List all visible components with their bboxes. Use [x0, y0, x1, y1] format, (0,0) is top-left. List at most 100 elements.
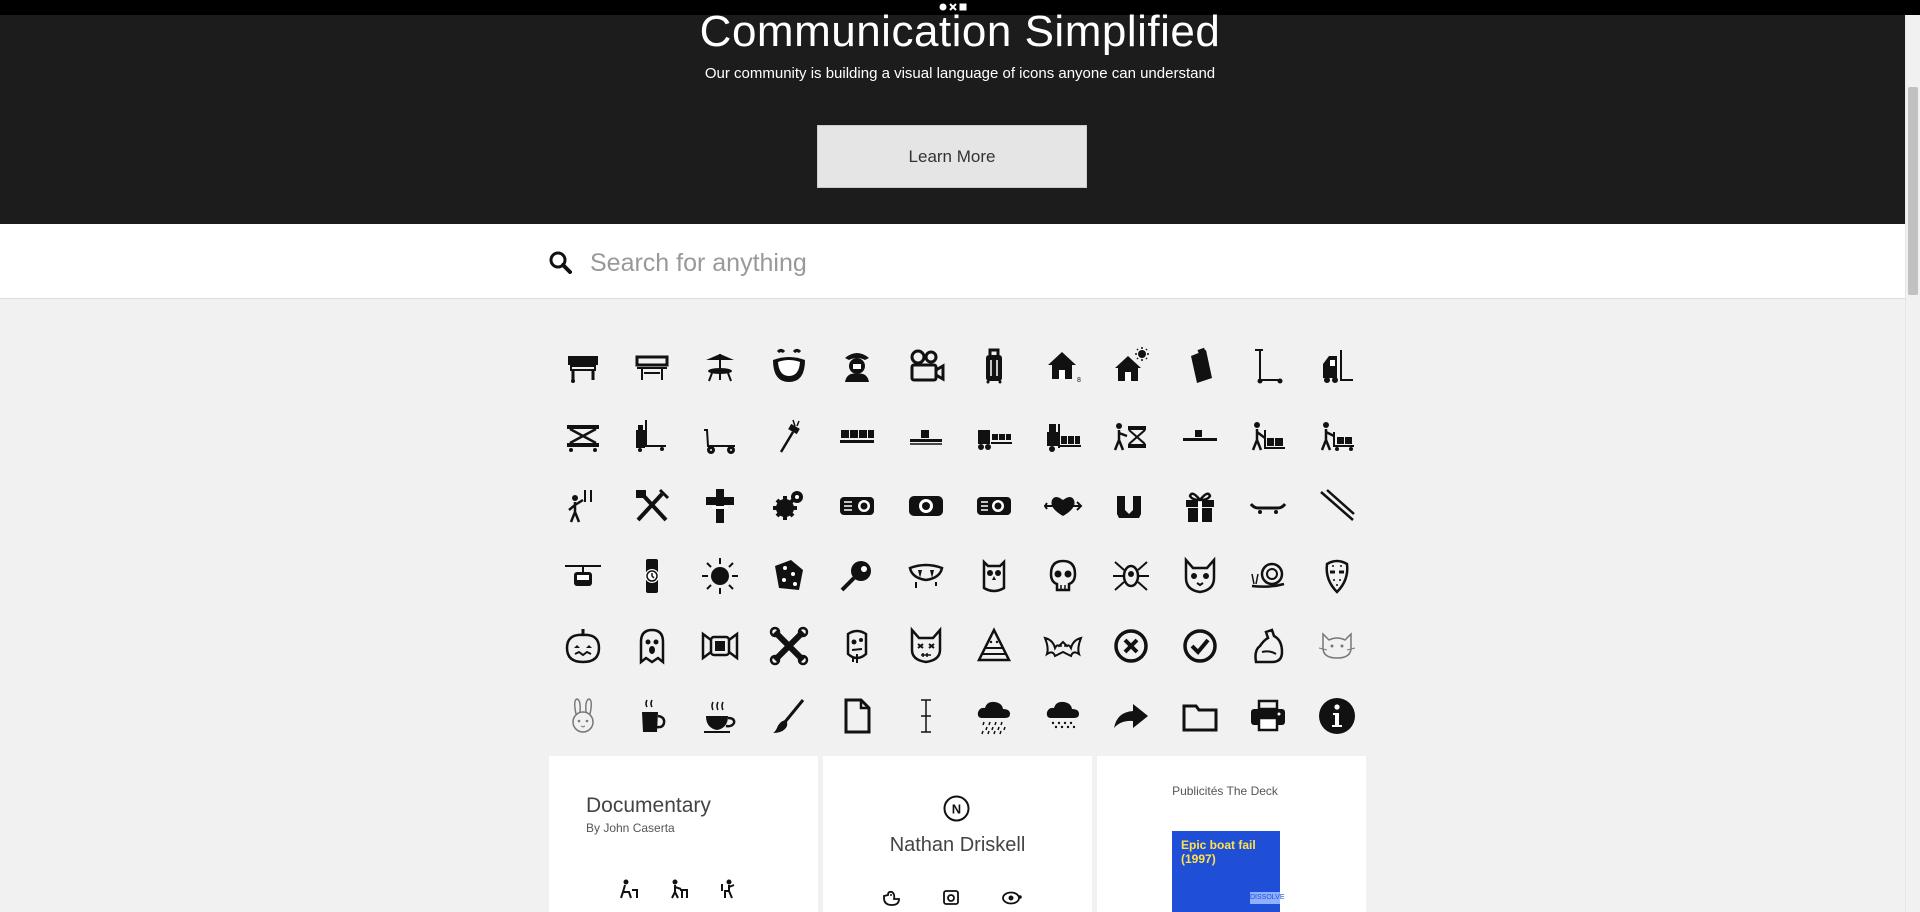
icon-grid-item[interactable]	[1029, 401, 1098, 471]
icon-grid-item[interactable]	[1029, 541, 1098, 611]
icon-grid-item[interactable]	[960, 331, 1029, 401]
icon-grid-item[interactable]	[1097, 681, 1166, 751]
icon-grid-item[interactable]	[1097, 471, 1166, 541]
video-thumbnail[interactable]: Epic boat fail (1997) DISSOLVE	[1172, 831, 1285, 912]
icon-grid-item[interactable]	[549, 401, 618, 471]
icon-grid-item[interactable]	[686, 401, 755, 471]
icon-grid-item[interactable]	[823, 331, 892, 401]
collection-card-nathan-driskell[interactable]: N Nathan Driskell	[823, 756, 1092, 912]
icon-grid-item[interactable]	[892, 611, 961, 681]
icon-grid-item[interactable]	[1166, 331, 1235, 401]
icon-grid-item[interactable]	[1303, 541, 1372, 611]
icon-grid-item[interactable]	[1166, 541, 1235, 611]
icon-grid-item[interactable]	[1029, 611, 1098, 681]
icon-grid-item[interactable]	[549, 681, 618, 751]
icon-grid-item[interactable]	[686, 611, 755, 681]
icon-grid-item[interactable]	[960, 471, 1029, 541]
icon-grid-item[interactable]	[1097, 541, 1166, 611]
icon-grid-item[interactable]: 8	[1029, 331, 1098, 401]
icon-grid-item[interactable]	[960, 541, 1029, 611]
icon-grid-item[interactable]	[892, 401, 961, 471]
worker-table-icon	[671, 879, 688, 899]
icon-grid-item[interactable]	[1166, 471, 1235, 541]
scrollbar[interactable]	[1905, 15, 1920, 912]
candy-icon	[702, 631, 739, 661]
icon-grid-item[interactable]	[755, 681, 824, 751]
learn-more-button[interactable]: Learn More	[817, 125, 1087, 188]
icon-grid-item[interactable]	[1166, 611, 1235, 681]
icon-grid-item[interactable]	[755, 541, 824, 611]
icon-grid-item[interactable]	[755, 401, 824, 471]
watch-icon	[644, 559, 659, 593]
icon-grid-item[interactable]	[1029, 471, 1098, 541]
icon-grid-item[interactable]	[823, 541, 892, 611]
icon-grid-item[interactable]	[1166, 401, 1235, 471]
icon-grid-item[interactable]	[549, 541, 618, 611]
icon-grid-item[interactable]	[618, 401, 687, 471]
grill-outline-icon	[635, 355, 669, 380]
icon-grid-item[interactable]	[1166, 681, 1235, 751]
icon-grid-item[interactable]	[549, 331, 618, 401]
icon-grid-item[interactable]	[686, 331, 755, 401]
icon-grid-item[interactable]	[1303, 471, 1372, 541]
icon-grid-item[interactable]	[1303, 681, 1372, 751]
card-icon-preview	[880, 886, 1022, 908]
icon-grid-item[interactable]	[960, 611, 1029, 681]
heart-arrow-icon	[1043, 497, 1083, 516]
scrollbar-thumb[interactable]	[1908, 87, 1918, 295]
icon-grid-item[interactable]	[618, 541, 687, 611]
icon-grid-item[interactable]	[618, 331, 687, 401]
icon-grid-item[interactable]	[1303, 401, 1372, 471]
icon-grid-item[interactable]	[755, 471, 824, 541]
icon-grid-item[interactable]	[1234, 331, 1303, 401]
icon-grid-item[interactable]	[1234, 471, 1303, 541]
pallet-boxes-icon	[840, 430, 875, 443]
icon-grid-item[interactable]	[618, 681, 687, 751]
nathan-driskell-logo: N	[943, 795, 970, 822]
icon-grid-item[interactable]	[755, 331, 824, 401]
icon-grid-item[interactable]	[892, 681, 961, 751]
icon-grid-item[interactable]	[1029, 681, 1098, 751]
icon-grid-item[interactable]	[960, 681, 1029, 751]
icon-grid-item[interactable]	[549, 611, 618, 681]
duck-icon	[883, 890, 900, 906]
worker-pallet-icon	[1252, 422, 1286, 451]
icon-grid-item[interactable]	[1303, 611, 1372, 681]
folder-icon	[1182, 704, 1218, 732]
icon-grid-item[interactable]	[960, 401, 1029, 471]
icon-grid-item[interactable]	[686, 681, 755, 751]
socks-icon	[1117, 496, 1142, 518]
icon-grid-item[interactable]	[1097, 331, 1166, 401]
icon-grid-item[interactable]	[1234, 611, 1303, 681]
search-input[interactable]	[588, 242, 1292, 284]
icon-grid-item[interactable]	[549, 471, 618, 541]
icon-grid-item[interactable]	[618, 611, 687, 681]
icon-grid-item[interactable]	[892, 541, 961, 611]
hammer-icon	[779, 419, 800, 453]
hero-subtitle: Our community is building a visual langu…	[704, 65, 1216, 82]
collection-card-documentary[interactable]: Documentary By John Caserta	[549, 756, 818, 912]
collection-card-the-deck[interactable]: Publicités The Deck Epic boat fail (1997…	[1097, 756, 1366, 912]
icon-grid-item[interactable]	[892, 471, 961, 541]
icon-grid-item[interactable]	[823, 681, 892, 751]
card-subtitle: By John Caserta	[586, 821, 675, 835]
icon-grid-item[interactable]	[892, 331, 961, 401]
icon-grid-item[interactable]	[1097, 401, 1166, 471]
icon-grid-item[interactable]	[1234, 681, 1303, 751]
icon-grid-item[interactable]	[686, 541, 755, 611]
flexed-arm-icon	[1254, 628, 1284, 664]
printer-icon	[1251, 699, 1286, 732]
icon-grid-item[interactable]	[755, 611, 824, 681]
icon-grid-item[interactable]	[618, 471, 687, 541]
icon-grid-item[interactable]	[686, 471, 755, 541]
icon-grid-item[interactable]	[1097, 611, 1166, 681]
icon-grid-item[interactable]	[1234, 401, 1303, 471]
icon-grid-item[interactable]	[823, 471, 892, 541]
icon-grid-item[interactable]	[1303, 331, 1372, 401]
turtle-icon	[1002, 891, 1022, 905]
owl-icon	[983, 558, 1006, 593]
icon-grid-item[interactable]	[1234, 541, 1303, 611]
icon-grid-item[interactable]	[823, 401, 892, 471]
forklift-icon	[1322, 350, 1353, 383]
icon-grid-item[interactable]	[823, 611, 892, 681]
